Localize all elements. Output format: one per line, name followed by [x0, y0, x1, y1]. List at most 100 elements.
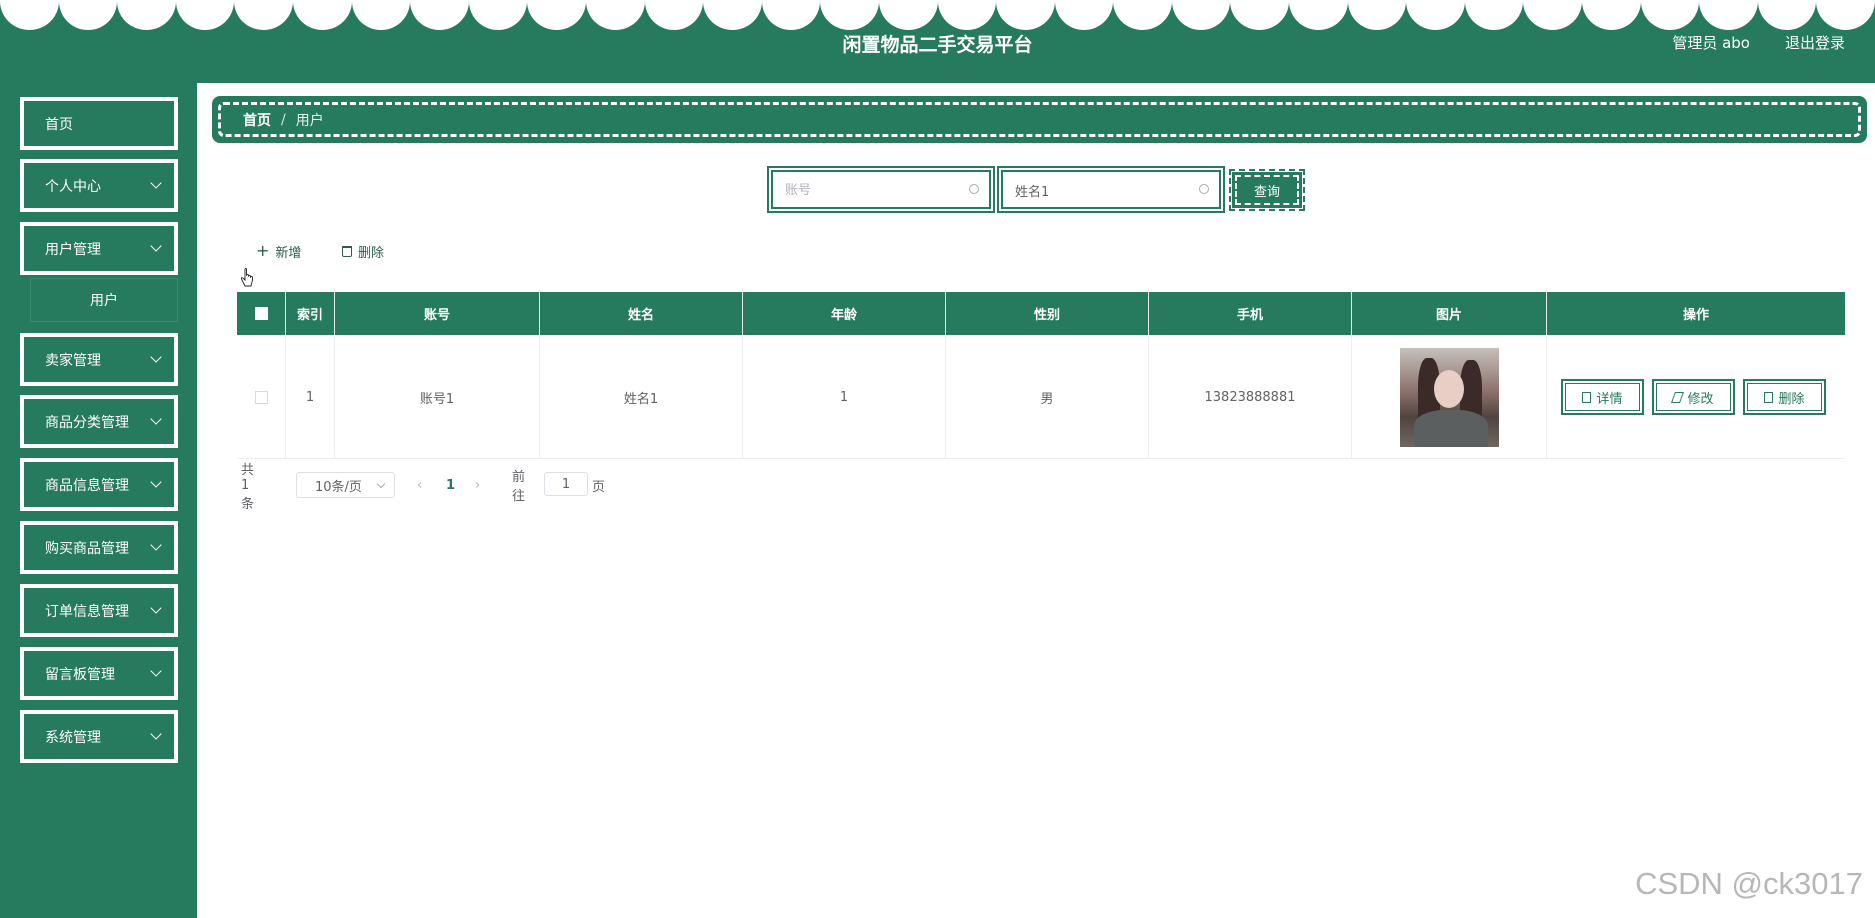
goto-suffix: 页	[592, 479, 606, 495]
pagination-total: 共 1 条	[241, 462, 255, 512]
sidebar-subitem-users[interactable]: 用户	[30, 278, 178, 322]
chevron-down-icon	[150, 240, 162, 252]
sidebar-item-label: 订单信息管理	[45, 603, 129, 620]
column-header-index: 索引	[286, 292, 335, 335]
cell-gender: 男	[946, 335, 1149, 459]
table-header: 索引 账号 姓名 年龄 性别 手机 图片 操作	[237, 292, 1845, 335]
edit-icon	[1671, 391, 1685, 403]
chevron-left-icon: ‹	[417, 477, 423, 493]
cell-phone: 13823888881	[1149, 335, 1352, 459]
page-number-current[interactable]: 1	[446, 472, 455, 498]
cell-actions: 详情 修改 删除	[1547, 335, 1845, 459]
batch-delete-button[interactable]: 删除	[342, 242, 385, 261]
row-checkbox[interactable]	[254, 390, 268, 404]
trash-icon	[1764, 391, 1774, 403]
sidebar-item-label: 系统管理	[45, 729, 101, 746]
chevron-down-icon	[150, 602, 162, 614]
breadcrumb: 首页 / 用户	[212, 96, 1867, 143]
cell-account: 账号1	[335, 335, 540, 459]
current-user: 管理员 abo	[1672, 34, 1750, 52]
chevron-down-icon	[150, 539, 162, 551]
sidebar-item-category-management[interactable]: 商品分类管理	[20, 395, 178, 448]
sidebar-item-purchase-management[interactable]: 购买商品管理	[20, 521, 178, 574]
sidebar-item-product-info-management[interactable]: 商品信息管理	[20, 458, 178, 511]
edit-button-label: 修改	[1687, 391, 1714, 407]
sidebar-item-system-management[interactable]: 系统管理	[20, 710, 178, 763]
user-photo[interactable]	[1399, 347, 1499, 447]
sidebar-item-order-management[interactable]: 订单信息管理	[20, 584, 178, 637]
sidebar-item-user-management[interactable]: 用户管理	[20, 222, 178, 275]
breadcrumb-home[interactable]: 首页	[243, 110, 271, 130]
column-header-account: 账号	[335, 292, 540, 335]
sidebar-item-label: 购买商品管理	[45, 540, 129, 557]
sidebar-item-label: 商品分类管理	[45, 414, 129, 431]
sidebar-item-label: 商品信息管理	[45, 477, 129, 494]
goto-page-input[interactable]	[544, 472, 588, 496]
chevron-down-icon	[150, 728, 162, 740]
cell-photo	[1352, 335, 1547, 459]
search-icon	[1199, 184, 1209, 194]
account-search-box	[771, 170, 991, 209]
sidebar-item-personal-center[interactable]: 个人中心	[20, 159, 178, 212]
table-row: 1 账号1 姓名1 1 男 13823888881 详情 修改 删除	[237, 335, 1845, 459]
detail-button[interactable]: 详情	[1561, 379, 1644, 415]
app-title: 闲置物品二手交易平台	[842, 34, 1033, 56]
cell-name: 姓名1	[540, 335, 743, 459]
name-search-box	[1001, 170, 1221, 209]
cell-age: 1	[743, 335, 946, 459]
search-icon	[969, 184, 979, 194]
column-header-name: 姓名	[540, 292, 743, 335]
plus-icon: +	[256, 241, 270, 260]
sidebar-item-label: 用户管理	[45, 241, 101, 258]
sidebar-item-message-board[interactable]: 留言板管理	[20, 647, 178, 700]
goto-prefix: 前往	[512, 470, 526, 504]
top-header: 闲置物品二手交易平台 管理员 abo 退出登录	[0, 0, 1875, 83]
header-scallop-border	[0, 0, 1875, 30]
sidebar-item-label: 首页	[45, 116, 73, 133]
add-button[interactable]: + 新增	[256, 241, 302, 261]
column-header-gender: 性别	[946, 292, 1149, 335]
row-select-cell	[237, 335, 286, 459]
cell-index: 1	[286, 335, 335, 459]
column-header-phone: 手机	[1149, 292, 1352, 335]
sidebar-item-label: 留言板管理	[45, 666, 115, 683]
sidebar-item-label: 卖家管理	[45, 352, 101, 369]
sidebar: 首页 个人中心 用户管理 用户 卖家管理 商品分类管理 商品信息管理 购买商品管…	[0, 83, 197, 918]
chevron-right-icon: ›	[475, 477, 481, 493]
sidebar-item-label: 个人中心	[45, 178, 101, 195]
account-search-input[interactable]	[781, 178, 961, 202]
next-page-button[interactable]: ›	[475, 472, 480, 498]
edit-button[interactable]: 修改	[1652, 379, 1735, 415]
prev-page-button[interactable]: ‹	[417, 472, 422, 498]
name-search-input[interactable]	[1011, 178, 1191, 202]
chevron-down-icon	[150, 665, 162, 677]
chevron-down-icon	[150, 177, 162, 189]
select-all-cell	[237, 292, 286, 335]
select-all-checkbox[interactable]	[254, 307, 268, 320]
breadcrumb-separator: /	[281, 111, 286, 128]
delete-button-label: 删除	[1778, 391, 1805, 407]
trash-icon	[342, 245, 352, 257]
page-size-select[interactable]: 10条/页	[296, 472, 395, 498]
query-button-label: 查询	[1253, 184, 1280, 200]
add-button-label: 新增	[275, 245, 302, 261]
logout-link[interactable]: 退出登录	[1785, 32, 1845, 53]
watermark: CSDN @ck3017	[1635, 866, 1863, 901]
chevron-down-icon	[376, 479, 386, 489]
detail-button-label: 详情	[1596, 391, 1623, 407]
column-header-age: 年龄	[743, 292, 946, 335]
document-icon	[1582, 391, 1592, 403]
column-header-photo: 图片	[1352, 292, 1547, 335]
hand-cursor-icon	[240, 268, 253, 287]
chevron-down-icon	[150, 476, 162, 488]
sidebar-item-seller-management[interactable]: 卖家管理	[20, 333, 178, 386]
delete-button[interactable]: 删除	[1743, 379, 1826, 415]
sidebar-item-home[interactable]: 首页	[20, 97, 178, 150]
chevron-down-icon	[150, 413, 162, 425]
breadcrumb-current: 用户	[295, 112, 324, 129]
page-size-value: 10条/页	[315, 479, 362, 495]
batch-delete-label: 删除	[358, 245, 385, 261]
column-header-actions: 操作	[1682, 308, 1709, 323]
chevron-down-icon	[150, 351, 162, 363]
query-button[interactable]: 查询	[1229, 169, 1305, 211]
